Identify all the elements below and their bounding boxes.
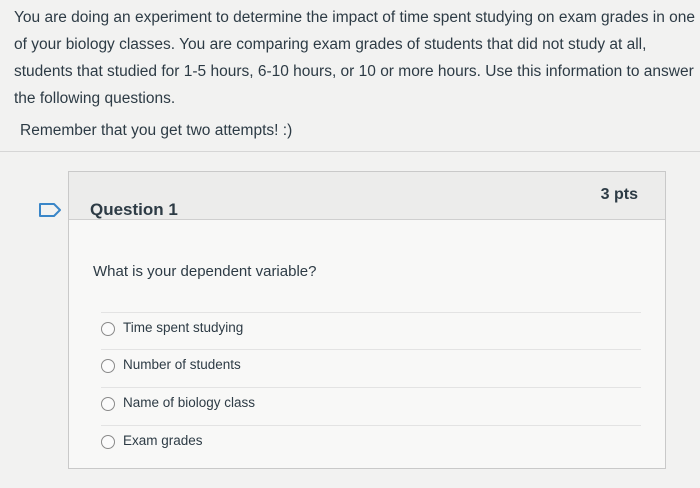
question-header: Question 1 3 pts	[69, 172, 665, 220]
answer-option[interactable]: Exam grades	[101, 425, 641, 456]
question-card: Question 1 3 pts What is your dependent …	[68, 171, 666, 469]
answer-option[interactable]: Number of students	[101, 349, 641, 380]
question-text: What is your dependent variable?	[93, 263, 317, 280]
answer-option[interactable]: Time spent studying	[101, 312, 641, 343]
answer-label[interactable]: Number of students	[123, 357, 241, 372]
question-points: 3 pts	[600, 186, 638, 203]
answer-label[interactable]: Exam grades	[123, 433, 203, 448]
answer-label[interactable]: Time spent studying	[123, 320, 243, 335]
answer-label[interactable]: Name of biology class	[123, 395, 255, 410]
flag-icon[interactable]	[37, 201, 63, 219]
divider	[0, 151, 700, 152]
instructions-paragraph: You are doing an experiment to determine…	[14, 9, 695, 107]
radio-button[interactable]	[101, 322, 115, 336]
radio-button[interactable]	[101, 397, 115, 411]
question-title: Question 1	[90, 200, 178, 219]
answer-option[interactable]: Name of biology class	[101, 387, 641, 418]
reminder-text: Remember that you get two attempts! :)	[20, 122, 293, 139]
radio-button[interactable]	[101, 435, 115, 449]
radio-button[interactable]	[101, 359, 115, 373]
